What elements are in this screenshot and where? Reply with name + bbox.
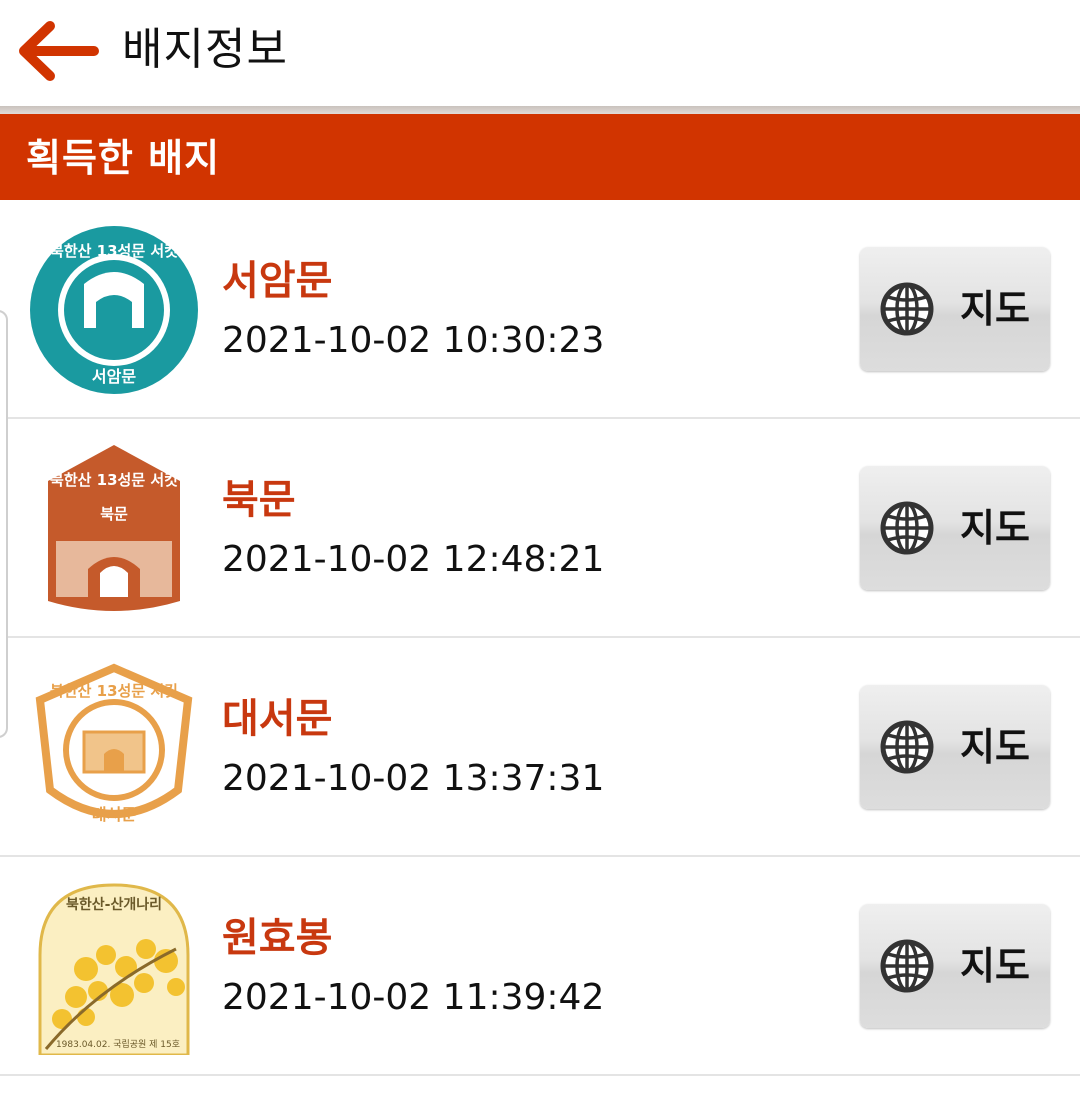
badge-list: 북한산 13성문 서킷 서암문 서암문 2021-10-02 10:30:23 …	[0, 200, 1080, 1076]
map-button[interactable]: 지도	[860, 466, 1050, 590]
badge-stamp-sub: 서암문	[92, 367, 136, 386]
map-button-label: 지도	[960, 944, 1030, 988]
back-button[interactable]	[14, 16, 104, 86]
map-button-label: 지도	[960, 287, 1030, 331]
map-button[interactable]: 지도	[860, 685, 1050, 809]
app-bar-divider	[0, 106, 1080, 114]
badge-stamp-image: 북한산 13성문 서킷 북문	[26, 441, 202, 617]
globe-icon	[880, 720, 934, 774]
badge-stamp-text: 북한산 13성문 서킷	[50, 682, 178, 700]
badge-row: 북한산-산개나리 1983.04.02. 국립공원 제 15호 원효봉 2021…	[0, 857, 1080, 1076]
globe-icon	[880, 501, 934, 555]
badge-acquired-time: 2021-10-02 13:37:31	[222, 758, 605, 799]
badge-stamp-sub: 1983.04.02. 국립공원 제 15호	[56, 1039, 180, 1050]
badge-row: 북한산 13성문 서킷 북문 북문 2021-10-02 12:48:21 지도	[0, 419, 1080, 638]
badge-stamp-text: 북한산-산개나리	[66, 896, 162, 913]
badge-name: 서암문	[222, 258, 333, 304]
badge-name: 원효봉	[222, 915, 333, 961]
globe-icon	[880, 939, 934, 993]
globe-icon	[880, 282, 934, 336]
map-button[interactable]: 지도	[860, 904, 1050, 1028]
badge-name: 북문	[222, 477, 296, 523]
badge-row: 북한산 13성문 서킷 대서문 대서문 2021-10-02 13:37:31 …	[0, 638, 1080, 857]
badge-stamp-image: 북한산-산개나리 1983.04.02. 국립공원 제 15호	[26, 879, 202, 1055]
badge-row: 북한산 13성문 서킷 서암문 서암문 2021-10-02 10:30:23 …	[0, 200, 1080, 419]
map-button[interactable]: 지도	[860, 247, 1050, 371]
badge-stamp-image: 북한산 13성문 서킷 대서문	[26, 660, 202, 836]
map-button-label: 지도	[960, 725, 1030, 769]
badge-acquired-time: 2021-10-02 11:39:42	[222, 977, 605, 1018]
section-header: 획득한 배지	[0, 114, 1080, 200]
badge-stamp-text: 북한산 13성문 서킷	[50, 471, 178, 489]
badge-name: 대서문	[222, 696, 333, 742]
badge-acquired-time: 2021-10-02 12:48:21	[222, 539, 605, 580]
edge-panel-handle[interactable]	[0, 310, 8, 738]
badge-stamp-sub: 북문	[100, 505, 128, 523]
app-bar: 배지정보	[0, 0, 1080, 106]
badge-acquired-time: 2021-10-02 10:30:23	[222, 320, 605, 361]
map-button-label: 지도	[960, 506, 1030, 550]
section-title: 획득한 배지	[26, 136, 221, 180]
back-arrow-icon	[19, 21, 99, 81]
badge-stamp-sub: 대서문	[92, 805, 136, 824]
badge-stamp-image: 북한산 13성문 서킷 서암문	[26, 222, 202, 398]
badge-stamp-text: 북한산 13성문 서킷	[50, 242, 178, 260]
page-title: 배지정보	[122, 24, 288, 75]
